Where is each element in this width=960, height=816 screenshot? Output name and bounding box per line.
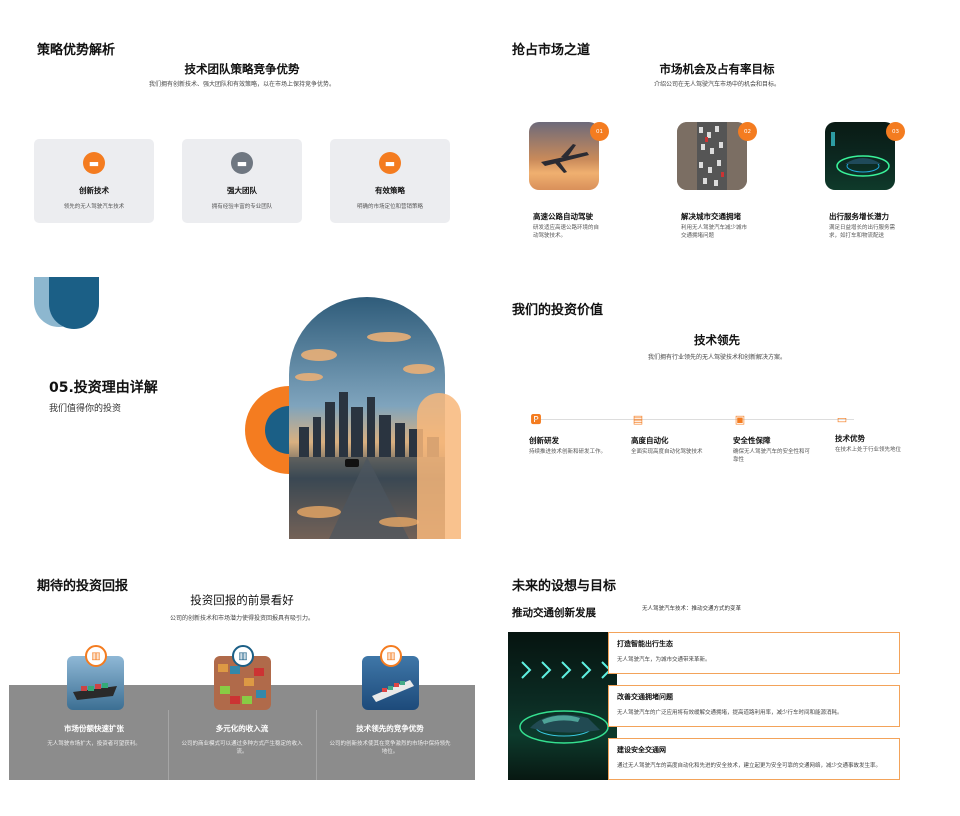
sofa-icon: ▭ xyxy=(836,412,848,426)
slide-heading: 投资回报的前景看好 xyxy=(190,593,294,607)
number-badge: 02 xyxy=(738,122,757,141)
value-desc: 全面实现高度自动化驾驶技术 xyxy=(631,449,703,455)
value-title: 技术优势 xyxy=(835,434,865,443)
number-badge: 01 xyxy=(590,122,609,141)
item-title: 解决城市交通拥堵 xyxy=(681,212,741,221)
slide-subtitle: 介绍公司在无人驾驶汽车市场中的机会和目标。 xyxy=(653,81,780,88)
card-team: ▬ 强大团队 拥有经验丰富的专业团队 xyxy=(182,139,302,223)
goal-desc: 无人驾驶汽车，为城市交通带来革新。 xyxy=(617,657,711,663)
card-title: 创新技术 xyxy=(79,186,109,195)
printer-icon: ▣ xyxy=(734,412,746,426)
card-strategy: ▬ 有效策略 明确的市场定位和营销策略 xyxy=(330,139,450,223)
value-title: 安全性保障 xyxy=(733,436,771,445)
return-desc: 无人驾驶市场扩大，投资者可望获利。 xyxy=(47,741,141,747)
slide-market: 抢占市场之道 市场机会及占有率目标 介绍公司在无人驾驶汽车市场中的机会和目标。 … xyxy=(484,9,950,271)
chart-icon: ▥ xyxy=(232,645,254,667)
value-desc: 在技术上处于行业领先地位 xyxy=(835,447,902,453)
goal-desc: 无人驾驶汽车的广泛应用将有效缓解交通拥堵，提高道路利用率，减少行车时间和能源消耗… xyxy=(617,710,843,716)
briefcase-icon: ▬ xyxy=(231,152,253,174)
item-desc: 利用无人驾驶汽车减少城市交通拥堵问题 xyxy=(681,225,748,239)
parking-icon: 🅿 xyxy=(530,413,542,426)
slide-future-goals: 未来的设想与目标 推动交通创新发展 无人驾驶汽车技术：推动交通方式的变革 打造智… xyxy=(484,545,950,807)
chart-icon: ▥ xyxy=(380,645,402,667)
goal-desc: 通过无人驾驶汽车的高度自动化和先进的安全技术，建立起更为安全可靠的交通网络，减少… xyxy=(617,763,882,769)
value-title: 高度自动化 xyxy=(631,436,669,445)
slide-strategy: 策略优势解析 技术团队策略竞争优势 我们拥有创新技术、强大团队和有效策略，以在市… xyxy=(9,9,475,271)
section-title: 05.投资理由详解 xyxy=(49,380,158,396)
chart-icon: ▥ xyxy=(85,645,107,667)
slide-heading: 市场机会及占有率目标 xyxy=(659,62,775,76)
slide-title: 策略优势解析 xyxy=(37,43,116,58)
slide-returns: 期待的投资回报 投资回报的前景看好 公司的创新技术和市场潜力使得投资回报具有吸引… xyxy=(9,545,475,807)
section-subtitle: 我们值得你的投资 xyxy=(49,404,122,414)
card-desc: 领先的无人驾驶汽车技术 xyxy=(63,204,125,210)
return-item: 技术领先的竞争优势 公司的创新技术使其在竞争激烈的市场中保持领先地位。 xyxy=(315,723,465,756)
goal-card: 改善交通拥堵问题 无人驾驶汽车的广泛应用将有效缓解交通拥堵，提高道路利用率，减少… xyxy=(608,685,900,727)
timeline-line xyxy=(534,419,854,420)
return-title: 技术领先的竞争优势 xyxy=(356,724,424,733)
corner-arches-decoration xyxy=(34,277,99,329)
briefcase-icon: ▬ xyxy=(379,152,401,174)
left-heading: 推动交通创新发展 xyxy=(512,607,596,619)
return-desc: 公司的商业模式可以通过多种方式产生稳定的收入流。 xyxy=(181,741,303,755)
card-innovation: ▬ 创新技术 领先的无人驾驶汽车技术 xyxy=(34,139,154,223)
return-title: 多元化的收入流 xyxy=(215,724,269,733)
value-title: 创新研发 xyxy=(529,436,559,445)
card-title: 强大团队 xyxy=(227,186,257,195)
item-title: 高速公路自动驾驶 xyxy=(533,212,593,221)
futuristic-car-photo xyxy=(825,122,895,190)
briefcase-icon: ▬ xyxy=(83,152,105,174)
card-desc: 明确的市场定位和营销策略 xyxy=(356,204,423,210)
goal-title: 打造智能出行生态 xyxy=(617,640,673,648)
slide-subtitle: 公司的创新技术和市场潜力使得投资回报具有吸引力。 xyxy=(169,615,314,622)
goal-card: 打造智能出行生态 无人驾驶汽车，为城市交通带来革新。 xyxy=(608,632,900,674)
item-desc: 满足日益增长的出行服务需求，如打车和物流配送 xyxy=(829,225,896,239)
toolbox-icon: ▤ xyxy=(632,412,644,426)
slide-heading: 技术团队策略竞争优势 xyxy=(184,62,300,76)
return-title: 市场份额快速扩张 xyxy=(64,724,124,733)
goal-card: 建设安全交通网 通过无人驾驶汽车的高度自动化和先进的安全技术，建立起更为安全可靠… xyxy=(608,738,900,780)
card-title: 有效策略 xyxy=(375,186,405,195)
slide-investment-value: 我们的投资价值 技术领先 我们拥有行业领先的无人驾驶技术和创新解决方案。 🅿 创… xyxy=(484,277,950,539)
item-title: 出行服务增长潜力 xyxy=(829,212,889,221)
airplane-photo xyxy=(529,122,599,190)
goal-title: 改善交通拥堵问题 xyxy=(617,693,673,701)
slide-title: 未来的设想与目标 xyxy=(512,579,617,594)
return-desc: 公司的创新技术使其在竞争激烈的市场中保持领先地位。 xyxy=(329,741,451,755)
futuristic-road-photo xyxy=(508,632,617,780)
return-item: 多元化的收入流 公司的商业模式可以通过多种方式产生稳定的收入流。 xyxy=(167,723,317,756)
slide-title: 我们的投资价值 xyxy=(512,303,604,318)
item-desc: 研发适应高速公路环境的自动驾驶技术。 xyxy=(533,225,600,239)
value-desc: 持续推进技术创新和研发工作。 xyxy=(529,449,607,455)
slide-title: 抢占市场之道 xyxy=(512,43,591,58)
return-item: 市场份额快速扩张 无人驾驶市场扩大，投资者可望获利。 xyxy=(19,723,169,748)
value-desc: 确保无人驾驶汽车的安全性和可靠性 xyxy=(733,449,811,463)
top-note: 无人驾驶汽车技术：推动交通方式的变革 xyxy=(642,606,742,612)
slide-subtitle: 我们拥有行业领先的无人驾驶技术和创新解决方案。 xyxy=(647,354,786,361)
card-desc: 拥有经验丰富的专业团队 xyxy=(211,204,273,210)
slide-section-divider: 05.投资理由详解 我们值得你的投资 xyxy=(9,277,475,539)
slide-heading: 技术领先 xyxy=(694,333,740,347)
goal-title: 建设安全交通网 xyxy=(617,746,666,754)
traffic-photo xyxy=(677,122,747,190)
slide-subtitle: 我们拥有创新技术、强大团队和有效策略，以在市场上保持竞争优势。 xyxy=(148,81,335,88)
city-arch-photo xyxy=(245,297,461,539)
number-badge: 03 xyxy=(886,122,905,141)
